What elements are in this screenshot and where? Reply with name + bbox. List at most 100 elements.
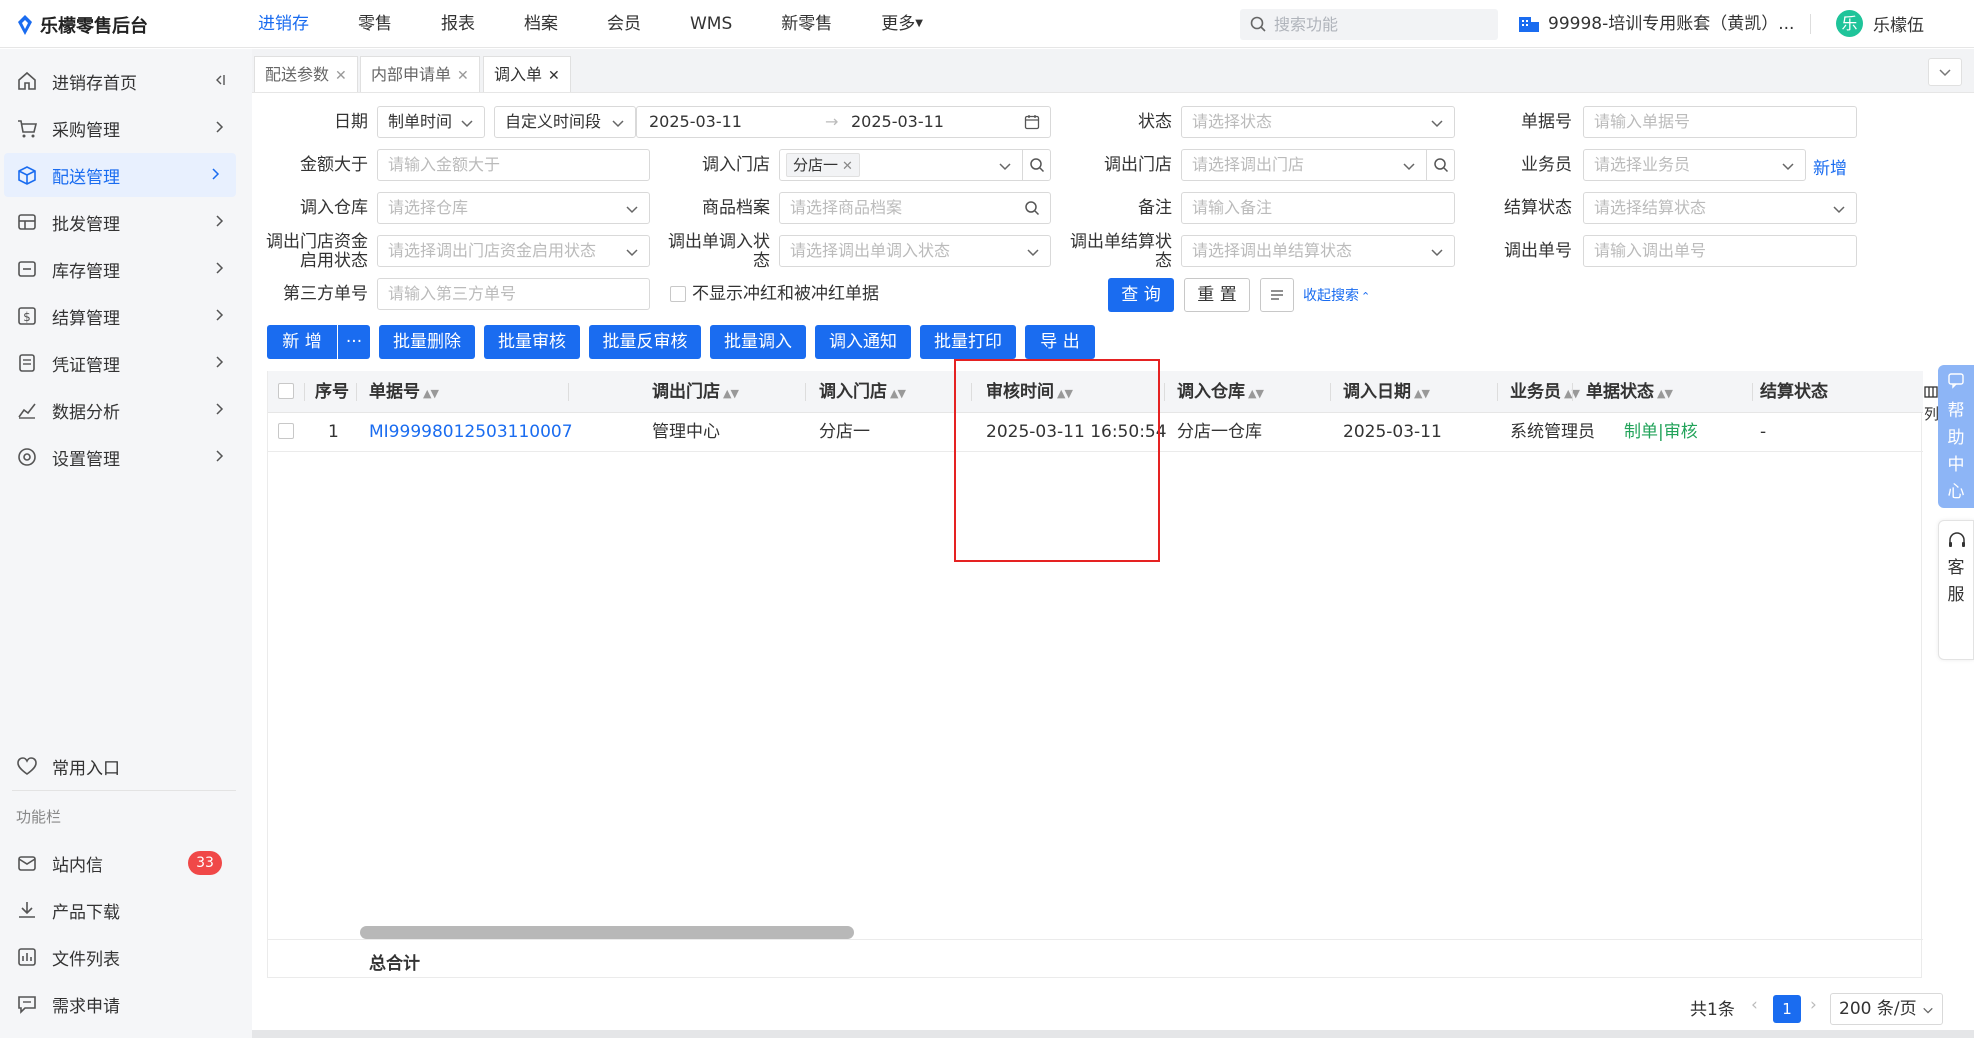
customer-service-button[interactable]: 客 服: [1938, 520, 1974, 660]
outstore-select[interactable]: 请选择调出门店: [1181, 149, 1455, 181]
sidebar-item-label: 产品下载: [52, 902, 120, 923]
topnav-more[interactable]: 更多▼: [868, 0, 936, 48]
reset-button[interactable]: 重 置: [1184, 278, 1250, 312]
topnav-retail[interactable]: 零售: [345, 0, 405, 48]
date-start[interactable]: 2025-03-11: [649, 112, 742, 131]
cell-salesman: 系统管理员: [1510, 422, 1595, 442]
page-size-select[interactable]: 200 条/页: [1830, 993, 1943, 1025]
tab-transfer-in[interactable]: 调入单 ✕: [483, 56, 571, 92]
topnav-report[interactable]: 报表: [428, 0, 488, 48]
outstore-search-button[interactable]: [1426, 150, 1454, 180]
batch-unapprove-button[interactable]: 批量反审核: [589, 325, 701, 359]
col-inwh[interactable]: 调入仓库 ▲▼: [1177, 371, 1264, 413]
sidebar-item-inventory[interactable]: 库存管理: [0, 247, 240, 291]
user-menu[interactable]: 乐 乐檬伍: [1836, 10, 1924, 37]
fund-status-select[interactable]: 请选择调出门店资金启用状态: [377, 235, 650, 267]
search-icon[interactable]: [1024, 200, 1040, 216]
salesman-select[interactable]: 请选择业务员: [1583, 149, 1806, 181]
close-icon[interactable]: ✕: [548, 68, 560, 84]
account-switcher[interactable]: 99998-培训专用账套（黄凯）...: [1518, 0, 1794, 48]
add-button[interactable]: 新 增: [267, 325, 337, 359]
date-type-select[interactable]: 制单时间: [377, 106, 485, 138]
collapse-search-link[interactable]: 收起搜索 ⌃: [1303, 285, 1370, 305]
goods-input[interactable]: 请选择商品档案: [779, 192, 1051, 224]
sidebar-item-settlement[interactable]: $ 结算管理: [0, 294, 240, 338]
topnav-member[interactable]: 会员: [594, 0, 654, 48]
batch-transfer-in-button[interactable]: 批量调入: [710, 325, 806, 359]
sidebar-item-files[interactable]: 文件列表: [0, 935, 240, 979]
col-outstore[interactable]: 调出门店 ▲▼: [652, 371, 739, 413]
batch-approve-button[interactable]: 批量审核: [484, 325, 580, 359]
transfer-in-notice-button[interactable]: 调入通知: [815, 325, 911, 359]
next-page-icon[interactable]: ›: [1810, 995, 1817, 1015]
status-select[interactable]: 请选择状态: [1181, 106, 1455, 138]
sidebar-section-title: 功能栏: [16, 808, 62, 826]
tabs-dropdown-button[interactable]: [1928, 58, 1962, 86]
add-more-button[interactable]: ···: [338, 325, 370, 359]
sidebar-item-label: 进销存首页: [52, 73, 137, 94]
batch-delete-button[interactable]: 批量删除: [379, 325, 475, 359]
sidebar-item-analytics[interactable]: 数据分析: [0, 388, 240, 432]
col-bill-status[interactable]: 单据状态 ▲▼: [1586, 371, 1673, 413]
batch-print-button[interactable]: 批量打印: [920, 325, 1016, 359]
add-salesman-link[interactable]: 新增: [1813, 154, 1847, 179]
sidebar-item-wholesale[interactable]: 批发管理: [0, 200, 240, 244]
hide-red-checkbox[interactable]: [670, 286, 686, 302]
page-number[interactable]: 1: [1773, 995, 1801, 1023]
collapse-sidebar-icon[interactable]: [212, 73, 226, 87]
third-input[interactable]: 请输入第三方单号: [377, 278, 650, 310]
sidebar-item-download[interactable]: 产品下载: [0, 888, 240, 932]
close-icon[interactable]: ✕: [457, 68, 469, 84]
topnav-more-label: 更多: [881, 14, 916, 34]
sidebar-item-requests[interactable]: 需求申请: [0, 982, 240, 1026]
chevron-right-icon: [216, 403, 224, 415]
col-indate[interactable]: 调入日期 ▲▼: [1343, 371, 1430, 413]
sidebar-common-entry[interactable]: 常用入口: [0, 744, 240, 788]
billno-input[interactable]: 请输入单据号: [1583, 106, 1857, 138]
export-button[interactable]: 导 出: [1025, 325, 1095, 359]
tab-distribution-params[interactable]: 配送参数 ✕: [254, 56, 358, 92]
instore-search-button[interactable]: [1022, 150, 1050, 180]
sidebar-item-distribution[interactable]: 配送管理: [4, 153, 236, 197]
horizontal-scrollbar[interactable]: [360, 926, 854, 939]
sidebar-item-settings[interactable]: 设置管理: [0, 435, 240, 479]
outno-input[interactable]: 请输入调出单号: [1583, 235, 1857, 267]
topnav-wms[interactable]: WMS: [677, 0, 745, 48]
instore-select[interactable]: 分店一 ✕: [779, 149, 1051, 181]
topnav-new-retail[interactable]: 新零售: [768, 0, 845, 48]
help-center-button[interactable]: 帮 助 中 心: [1938, 365, 1974, 508]
row-checkbox[interactable]: [278, 423, 294, 439]
function-search-input[interactable]: 搜索功能: [1240, 9, 1498, 40]
tab-internal-request[interactable]: 内部申请单 ✕: [360, 56, 480, 92]
filter-settings-button[interactable]: [1260, 278, 1294, 312]
close-icon[interactable]: ✕: [335, 68, 347, 84]
sidebar-item-home[interactable]: 进销存首页: [0, 59, 240, 103]
query-button[interactable]: 查 询: [1108, 278, 1174, 312]
cell-billno-link[interactable]: MI99998012503110007: [369, 413, 573, 451]
remark-input[interactable]: 请输入备注: [1181, 192, 1455, 224]
prev-page-icon[interactable]: ‹: [1751, 995, 1758, 1015]
amount-input[interactable]: 请输入金额大于: [377, 149, 650, 181]
col-salesman[interactable]: 业务员▲▼: [1510, 371, 1580, 413]
outsettle-status-select[interactable]: 请选择调出单结算状态: [1181, 235, 1455, 267]
instore-label: 调入门店: [702, 155, 770, 175]
topnav-jinxiaocun[interactable]: 进销存: [245, 0, 322, 48]
divider: [1497, 383, 1498, 401]
select-all-checkbox[interactable]: [278, 383, 294, 399]
topnav-archive[interactable]: 档案: [511, 0, 571, 48]
date-end[interactable]: 2025-03-11: [851, 107, 944, 137]
sidebar-item-voucher[interactable]: 凭证管理: [0, 341, 240, 385]
col-billno[interactable]: 单据号 ▲▼: [369, 371, 439, 413]
sidebar-item-messages[interactable]: 站内信 33: [0, 841, 240, 885]
settle-select[interactable]: 请选择结算状态: [1583, 192, 1857, 224]
outin-status-select[interactable]: 请选择调出单调入状态: [779, 235, 1051, 267]
column-settings-button[interactable]: 列: [1924, 385, 1939, 424]
date-range-picker[interactable]: 2025-03-11 → 2025-03-11: [636, 106, 1051, 138]
close-icon[interactable]: ✕: [842, 159, 853, 174]
date-range-select[interactable]: 自定义时间段: [494, 106, 636, 138]
col-instore[interactable]: 调入门店 ▲▼: [819, 371, 906, 413]
sidebar-item-purchase[interactable]: 采购管理: [0, 106, 240, 150]
app-logo[interactable]: 乐檬零售后台: [16, 12, 148, 38]
inwh-select[interactable]: 请选择仓库: [377, 192, 650, 224]
list-settings-icon: [1271, 290, 1283, 300]
